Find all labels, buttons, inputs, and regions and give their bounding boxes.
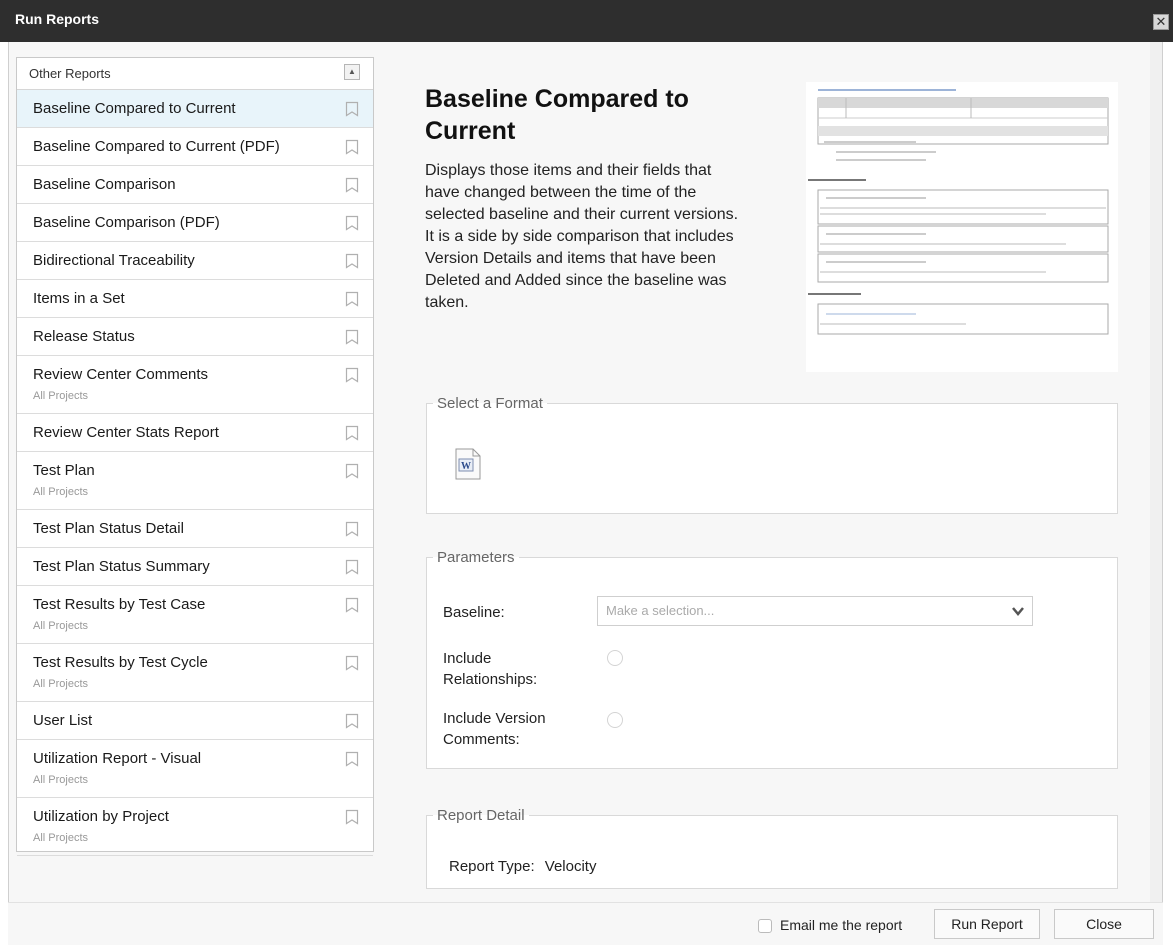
- report-list-item-label: Test Plan: [33, 462, 95, 479]
- report-list-item[interactable]: Review Center Comments All Projects: [17, 356, 373, 414]
- report-list-item-scope: All Projects: [33, 678, 89, 690]
- report-list-item[interactable]: Baseline Comparison (PDF): [17, 204, 373, 242]
- word-document-icon[interactable]: W: [455, 448, 481, 480]
- svg-text:W: W: [461, 461, 471, 472]
- report-list-item[interactable]: Baseline Compared to Current: [17, 90, 373, 128]
- report-list: Baseline Compared to Current Baseline Com…: [17, 90, 373, 856]
- report-preview-image: [806, 82, 1118, 372]
- format-legend: Select a Format: [437, 395, 543, 412]
- report-list-item[interactable]: Items in a Set: [17, 280, 373, 318]
- report-list-header-label: Other Reports: [29, 66, 111, 81]
- report-list-item[interactable]: Baseline Compared to Current (PDF): [17, 128, 373, 166]
- bookmark-icon[interactable]: [345, 177, 359, 193]
- report-list-item[interactable]: Baseline Comparison: [17, 166, 373, 204]
- include-version-comments-toggle[interactable]: [607, 712, 623, 728]
- report-list-item[interactable]: Test Plan Status Summary: [17, 548, 373, 586]
- report-list-item-label: Test Plan Status Summary: [33, 558, 210, 575]
- bookmark-icon[interactable]: [345, 291, 359, 307]
- report-list-item-label: Baseline Comparison: [33, 176, 176, 193]
- bookmark-icon[interactable]: [345, 101, 359, 117]
- dialog-footer: Email me the report Run Report Close: [8, 902, 1163, 945]
- format-group: Select a Format W: [426, 395, 1118, 514]
- bookmark-icon[interactable]: [345, 655, 359, 671]
- report-list-item-label: Items in a Set: [33, 290, 125, 307]
- baseline-label: Baseline:: [443, 604, 505, 621]
- report-list-item[interactable]: Release Status: [17, 318, 373, 356]
- report-list-item-label: Review Center Stats Report: [33, 424, 219, 441]
- report-list-item-label: Baseline Compared to Current: [33, 100, 236, 117]
- report-list-item[interactable]: Utilization Report - Visual All Projects: [17, 740, 373, 798]
- report-description: Displays those items and their fields th…: [425, 162, 739, 311]
- report-list-item[interactable]: User List: [17, 702, 373, 740]
- baseline-select-placeholder: Make a selection...: [606, 603, 715, 618]
- report-list-item[interactable]: Bidirectional Traceability: [17, 242, 373, 280]
- close-icon[interactable]: ✕: [1153, 14, 1169, 30]
- bookmark-icon[interactable]: [345, 521, 359, 537]
- bookmark-icon[interactable]: [345, 215, 359, 231]
- report-list-item-scope: All Projects: [33, 832, 89, 844]
- chevron-down-icon: [1012, 607, 1024, 616]
- report-list-item-label: User List: [33, 712, 93, 729]
- report-list-item[interactable]: Test Results by Test Cycle All Projects: [17, 644, 373, 702]
- report-list-item-scope: All Projects: [33, 620, 89, 632]
- dialog-title: Run Reports: [15, 11, 99, 27]
- close-button[interactable]: Close: [1054, 909, 1154, 939]
- bookmark-icon[interactable]: [345, 139, 359, 155]
- bookmark-icon[interactable]: [345, 809, 359, 825]
- report-list-item-label: Review Center Comments: [33, 366, 209, 383]
- report-type-row: Report Type: Velocity: [449, 858, 596, 875]
- report-list-item-scope: All Projects: [33, 390, 89, 402]
- dialog-scrollbar[interactable]: [1150, 42, 1162, 902]
- report-list-item-label: Bidirectional Traceability: [33, 252, 195, 269]
- email-report-checkbox[interactable]: [758, 919, 772, 933]
- report-detail-group: Report Detail Report Type: Velocity: [426, 807, 1118, 889]
- report-list-item-scope: All Projects: [33, 486, 89, 498]
- email-report-label: Email me the report: [780, 917, 903, 933]
- report-list-item[interactable]: Test Plan Status Detail: [17, 510, 373, 548]
- report-list-item-label: Utilization Report - Visual: [33, 750, 202, 767]
- baseline-select[interactable]: Make a selection...: [597, 596, 1033, 626]
- parameters-legend: Parameters: [437, 549, 515, 566]
- report-list-item-label: Utilization by Project: [33, 808, 169, 825]
- include-version-comments-label: Include Version Comments:: [443, 710, 546, 748]
- report-list-item-label: Test Results by Test Cycle: [33, 654, 208, 671]
- bookmark-icon[interactable]: [345, 329, 359, 345]
- report-list-item[interactable]: Test Plan All Projects: [17, 452, 373, 510]
- collapse-up-icon[interactable]: ▲: [344, 64, 360, 80]
- bookmark-icon[interactable]: [345, 713, 359, 729]
- report-list-item-scope: All Projects: [33, 774, 89, 786]
- report-list-item-label: Test Plan Status Detail: [33, 520, 184, 537]
- report-list-item-label: Baseline Comparison (PDF): [33, 214, 220, 231]
- report-list-item[interactable]: Test Results by Test Case All Projects: [17, 586, 373, 644]
- bookmark-icon[interactable]: [345, 751, 359, 767]
- report-title: Baseline Compared to Current: [425, 85, 689, 145]
- bookmark-icon[interactable]: [345, 367, 359, 383]
- bookmark-icon[interactable]: [345, 425, 359, 441]
- include-relationships-label: Include Relationships:: [443, 650, 538, 688]
- report-type-label: Report Type:: [449, 858, 535, 875]
- report-detail-legend: Report Detail: [437, 807, 525, 824]
- report-list-panel: Other Reports ▲ Baseline Compared to Cur…: [16, 57, 374, 856]
- bookmark-icon[interactable]: [345, 253, 359, 269]
- parameters-group: Parameters Baseline: Make a selection...…: [426, 549, 1118, 769]
- run-report-button[interactable]: Run Report: [934, 909, 1040, 939]
- report-list-item[interactable]: Review Center Stats Report: [17, 414, 373, 452]
- report-list-item-label: Release Status: [33, 328, 135, 345]
- report-list-item-label: Test Results by Test Case: [33, 596, 206, 613]
- bookmark-icon[interactable]: [345, 597, 359, 613]
- bookmark-icon[interactable]: [345, 559, 359, 575]
- bookmark-icon[interactable]: [345, 463, 359, 479]
- report-list-item[interactable]: Utilization by Project All Projects: [17, 798, 373, 856]
- report-list-header: Other Reports ▲: [17, 58, 373, 90]
- include-relationships-toggle[interactable]: [607, 650, 623, 666]
- report-list-item-label: Baseline Compared to Current (PDF): [33, 138, 280, 155]
- report-type-value: Velocity: [544, 858, 597, 875]
- report-content: Baseline Compared to Current Displays th…: [388, 57, 1143, 892]
- dialog-titlebar: Run Reports ✕: [0, 0, 1173, 42]
